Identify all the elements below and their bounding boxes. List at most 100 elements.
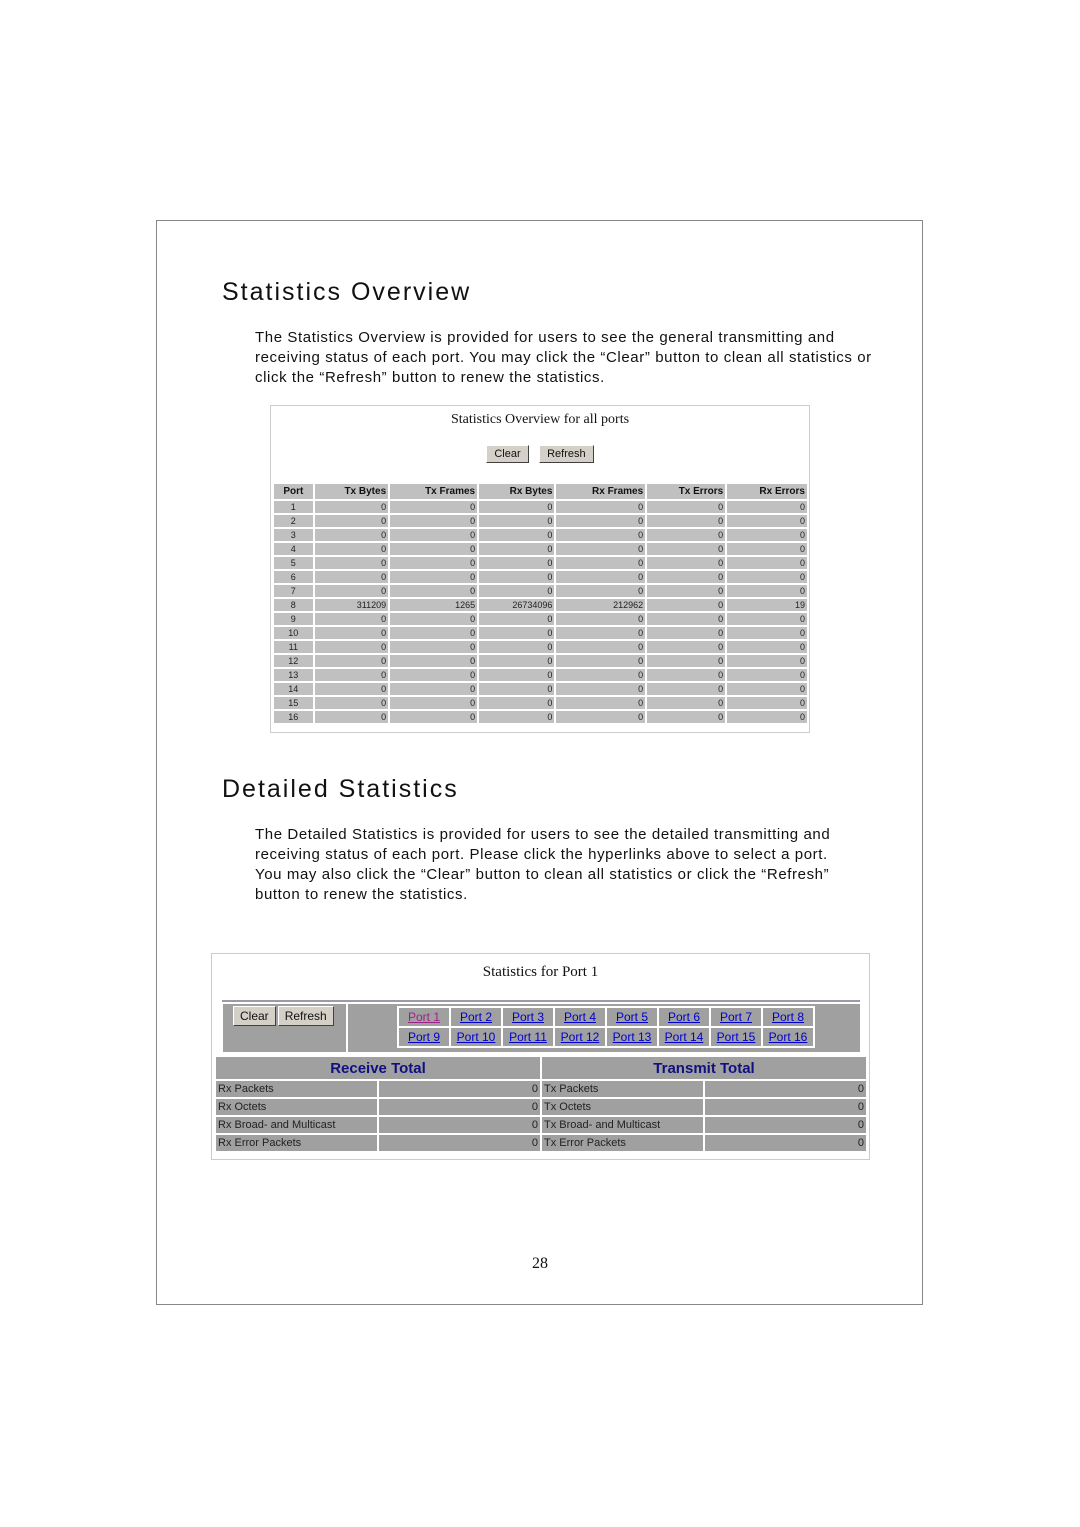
table-cell: 13 (274, 669, 313, 681)
table-row: 12 0 0 0 0 0 0 (274, 655, 807, 667)
rx-label: Rx Broad- and Multicast (216, 1117, 377, 1133)
table-cell: 10 (274, 627, 313, 639)
port-link-cell: Port 5 (607, 1008, 657, 1026)
column-header: Rx Frames (556, 484, 646, 499)
table-cell: 0 (390, 515, 478, 527)
detailed-description: The Detailed Statistics is provided for … (255, 825, 875, 905)
port-link-10[interactable]: Port 10 (457, 1030, 496, 1044)
overview-description: The Statistics Overview is provided for … (255, 328, 875, 388)
table-cell: 2 (274, 515, 313, 527)
table-cell: 0 (314, 627, 389, 639)
table-row: 15 0 0 0 0 0 0 (274, 697, 807, 709)
table-row: 11 0 0 0 0 0 0 (274, 641, 807, 653)
tx-value: 0 (705, 1081, 866, 1097)
table-cell: 0 (727, 571, 807, 583)
port-link-12[interactable]: Port 12 (561, 1030, 600, 1044)
port-link-14[interactable]: Port 14 (665, 1030, 704, 1044)
table-cell: 0 (479, 571, 555, 583)
table-cell: 6 (274, 571, 313, 583)
section-heading-overview: Statistics Overview (222, 278, 472, 306)
table-cell: 0 (647, 515, 726, 527)
port-links: Port 1 Port 2 Port 3 Port 4 Port 5 Port 6 Port… (397, 1006, 815, 1048)
table-cell: 0 (727, 613, 807, 625)
column-header: Tx Errors (647, 484, 726, 499)
table-row: Rx Octets 0 Tx Octets 0 (216, 1099, 866, 1115)
table-cell: 19 (727, 599, 807, 611)
table-cell: 0 (647, 599, 726, 611)
table-cell: 0 (727, 641, 807, 653)
detailed-refresh-button[interactable]: Refresh (277, 1006, 334, 1026)
port-link-cell: Port 9 (399, 1028, 449, 1046)
column-header: Rx Bytes (479, 484, 555, 499)
table-cell: 0 (556, 641, 646, 653)
table-cell: 0 (647, 641, 726, 653)
port-link-5[interactable]: Port 5 (616, 1010, 648, 1024)
table-cell: 0 (314, 613, 389, 625)
port-link-7[interactable]: Port 7 (720, 1010, 752, 1024)
detailed-statistics-screenshot: Statistics for Port 1 Clear Refresh Port … (211, 953, 870, 1160)
table-cell: 0 (390, 557, 478, 569)
port-link-cell: Port 1 (399, 1008, 449, 1026)
overview-table: Port Tx Bytes Tx Frames Rx Bytes Rx Frames Tx… (272, 482, 809, 725)
table-row: 13 0 0 0 0 0 0 (274, 669, 807, 681)
port-link-4[interactable]: Port 4 (564, 1010, 596, 1024)
table-cell: 0 (727, 501, 807, 513)
port-link-9[interactable]: Port 9 (408, 1030, 440, 1044)
table-cell: 0 (314, 697, 389, 709)
table-cell: 0 (556, 515, 646, 527)
table-cell: 0 (314, 515, 389, 527)
table-cell: 0 (314, 711, 389, 723)
table-cell: 0 (390, 627, 478, 639)
overview-clear-button[interactable]: Clear (486, 445, 529, 463)
table-cell: 0 (727, 669, 807, 681)
table-row: 14 0 0 0 0 0 0 (274, 683, 807, 695)
table-cell: 0 (647, 613, 726, 625)
table-cell: 0 (727, 627, 807, 639)
port-link-13[interactable]: Port 13 (613, 1030, 652, 1044)
table-cell: 0 (727, 543, 807, 555)
table-cell: 0 (556, 529, 646, 541)
receive-total-header: Receive Total (216, 1057, 540, 1079)
table-cell: 0 (647, 557, 726, 569)
table-cell: 0 (390, 501, 478, 513)
table-cell: 0 (647, 529, 726, 541)
port-link-16[interactable]: Port 16 (769, 1030, 808, 1044)
rx-value: 0 (379, 1117, 540, 1133)
table-cell: 26734096 (479, 599, 555, 611)
port-link-3[interactable]: Port 3 (512, 1010, 544, 1024)
port-link-cell: Port 14 (659, 1028, 709, 1046)
tx-value: 0 (705, 1099, 866, 1115)
port-link-cell: Port 3 (503, 1008, 553, 1026)
table-cell: 0 (727, 711, 807, 723)
table-row: 10 0 0 0 0 0 0 (274, 627, 807, 639)
port-link-cell: Port 16 (763, 1028, 813, 1046)
table-cell: 0 (647, 585, 726, 597)
table-cell: 0 (727, 585, 807, 597)
detailed-clear-button[interactable]: Clear (233, 1006, 276, 1026)
table-cell: 0 (479, 711, 555, 723)
table-cell: 9 (274, 613, 313, 625)
table-cell: 0 (314, 585, 389, 597)
rx-label: Rx Error Packets (216, 1135, 377, 1151)
port-link-1[interactable]: Port 1 (408, 1010, 440, 1024)
port-link-cell: Port 10 (451, 1028, 501, 1046)
table-cell: 0 (390, 529, 478, 541)
port-link-6[interactable]: Port 6 (668, 1010, 700, 1024)
table-cell: 0 (556, 543, 646, 555)
rx-label: Rx Octets (216, 1099, 377, 1115)
page-number: 28 (532, 1255, 548, 1272)
overview-refresh-button[interactable]: Refresh (539, 445, 594, 463)
table-cell: 0 (390, 571, 478, 583)
table-cell: 0 (727, 697, 807, 709)
table-cell: 15 (274, 697, 313, 709)
table-cell: 0 (390, 655, 478, 667)
table-cell: 0 (647, 571, 726, 583)
column-header: Tx Frames (390, 484, 478, 499)
port-link-8[interactable]: Port 8 (772, 1010, 804, 1024)
detailed-paragraph-1: The Detailed Statistics is provided for … (255, 826, 831, 863)
port-link-15[interactable]: Port 15 (717, 1030, 756, 1044)
detailed-toolbar: Clear Refresh Port 1 Port 2 Port 3 Port 4 Por… (223, 1004, 860, 1052)
table-cell: 11 (274, 641, 313, 653)
port-link-2[interactable]: Port 2 (460, 1010, 492, 1024)
port-link-11[interactable]: Port 11 (509, 1030, 547, 1044)
